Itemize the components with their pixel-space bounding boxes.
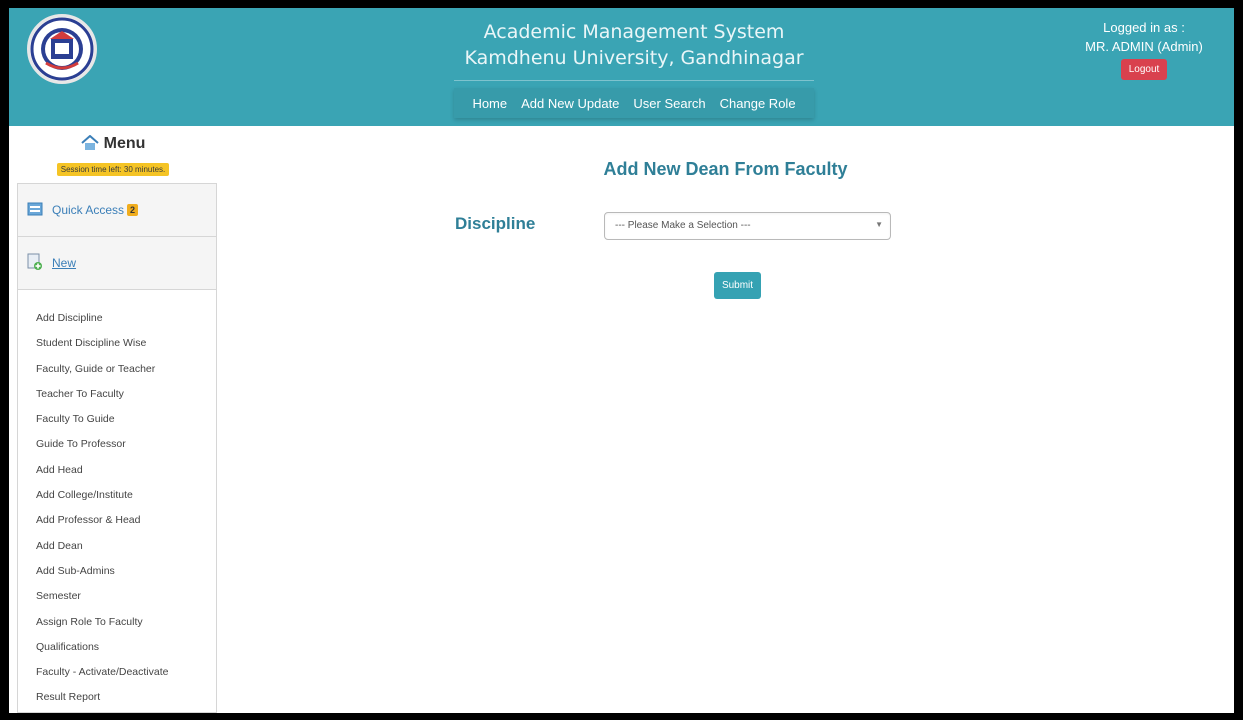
menu-item-student-discipline-wise[interactable]: Student Discipline Wise — [18, 331, 216, 356]
nav-change-role[interactable]: Change Role — [713, 96, 803, 111]
logged-in-user: MR. ADMIN (Admin) — [1085, 39, 1203, 54]
menu-title: Menu — [103, 135, 146, 152]
new-link[interactable]: New — [52, 256, 76, 270]
app-title: Academic Management System Kamdhenu Univ… — [454, 19, 814, 71]
menu-item-add-sub-admins[interactable]: Add Sub-Admins — [18, 559, 216, 584]
menu-item-faculty-guide-teacher[interactable]: Faculty, Guide or Teacher — [18, 357, 216, 382]
logged-in-label: Logged in as : — [1103, 20, 1185, 35]
dropdown-arrow-icon: ▼ — [875, 220, 883, 229]
nav-add-new-update[interactable]: Add New Update — [514, 96, 626, 111]
menu-item-semester[interactable]: Semester — [18, 584, 216, 609]
sidebar: Menu Session time left: 30 minutes. Quic… — [9, 126, 217, 713]
menu-item-teacher-to-faculty[interactable]: Teacher To Faculty — [18, 382, 216, 407]
home-icon — [80, 134, 99, 158]
app-title-line2: Kamdhenu University, Gandhinagar — [464, 47, 804, 69]
menu-item-add-head[interactable]: Add Head — [18, 458, 216, 483]
session-badge: Session time left: 30 minutes. — [56, 163, 170, 176]
title-divider — [454, 80, 814, 81]
menu-panel: Quick Access 2 New Add Discipline Studen… — [17, 183, 217, 713]
discipline-select-value: --- Please Make a Selection --- — [615, 220, 751, 231]
submit-button[interactable]: Submit — [714, 272, 761, 299]
menu-list: Add Discipline Student Discipline Wise F… — [18, 290, 216, 711]
main-content: Add New Dean From Faculty Discipline ---… — [217, 126, 1234, 713]
menu-item-faculty-activate-deactivate[interactable]: Faculty - Activate/Deactivate — [18, 660, 216, 685]
new-row[interactable]: New — [18, 237, 216, 290]
app-title-line1: Academic Management System — [483, 21, 785, 43]
menu-item-faculty-to-guide[interactable]: Faculty To Guide — [18, 407, 216, 432]
page-frame: Academic Management System Kamdhenu Univ… — [9, 8, 1234, 713]
discipline-select[interactable]: --- Please Make a Selection --- ▼ — [604, 212, 891, 240]
menu-heading: Menu — [9, 133, 217, 155]
nav-user-search[interactable]: User Search — [626, 96, 712, 111]
menu-item-add-college-institute[interactable]: Add College/Institute — [18, 483, 216, 508]
menu-item-assign-role-to-faculty[interactable]: Assign Role To Faculty — [18, 610, 216, 635]
logout-button[interactable]: Logout — [1120, 59, 1168, 80]
menu-item-add-professor-head[interactable]: Add Professor & Head — [18, 508, 216, 533]
quick-access-row[interactable]: Quick Access 2 — [18, 184, 216, 237]
university-seal-icon — [30, 17, 94, 81]
page-title: Add New Dean From Faculty — [603, 159, 848, 179]
menu-item-add-dean[interactable]: Add Dean — [18, 534, 216, 559]
nav-home[interactable]: Home — [465, 96, 514, 111]
university-logo — [27, 14, 97, 84]
menu-item-guide-to-professor[interactable]: Guide To Professor — [18, 432, 216, 457]
discipline-label: Discipline — [455, 214, 536, 233]
new-document-icon — [27, 253, 43, 274]
quick-access-label: Quick Access — [52, 203, 125, 217]
quick-access-count: 2 — [127, 204, 139, 216]
login-info: Logged in as : MR. ADMIN (Admin) Logout — [1069, 18, 1219, 80]
menu-item-result-report[interactable]: Result Report — [18, 685, 216, 710]
menu-item-qualifications[interactable]: Qualifications — [18, 635, 216, 660]
menu-item-add-discipline[interactable]: Add Discipline — [18, 306, 216, 331]
header: Academic Management System Kamdhenu Univ… — [9, 8, 1234, 126]
quick-access-icon — [27, 201, 43, 220]
top-nav: Home Add New Update User Search Change R… — [454, 88, 814, 118]
